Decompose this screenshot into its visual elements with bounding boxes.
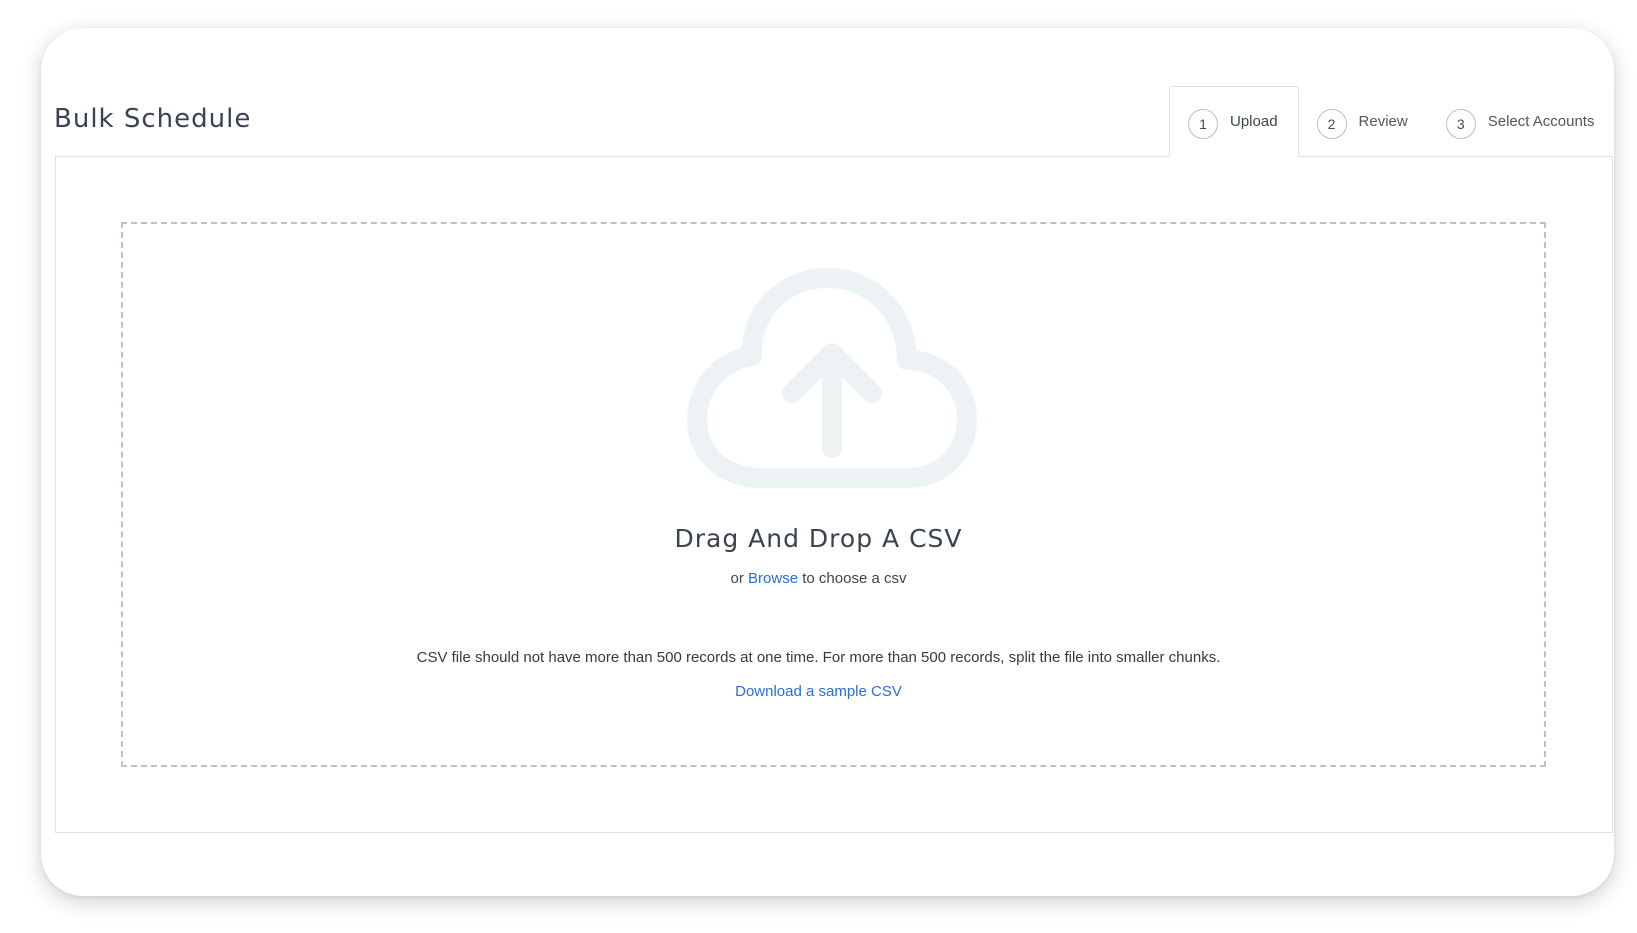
- step-number: 1: [1188, 108, 1218, 139]
- step-review[interactable]: 2 Review: [1299, 86, 1428, 157]
- step-label: Upload: [1230, 113, 1278, 130]
- page-title: Bulk Schedule: [54, 104, 252, 134]
- dropzone-title: Drag And Drop A CSV: [674, 524, 963, 553]
- browse-suffix: to choose a csv: [802, 570, 907, 587]
- step-select-accounts[interactable]: 3 Select Accounts: [1428, 86, 1615, 157]
- step-number: 3: [1445, 108, 1476, 139]
- cloud-upload-icon: [687, 268, 977, 488]
- step-upload[interactable]: 1 Upload: [1169, 86, 1299, 157]
- stepper: 1 Upload 2 Review 3 Select Accounts: [1169, 86, 1614, 157]
- step-label: Review: [1358, 113, 1408, 130]
- download-sample-csv-link[interactable]: Download a sample CSV: [735, 683, 902, 700]
- record-limit-note: CSV file should not have more than 500 r…: [416, 649, 1221, 666]
- step-label: Select Accounts: [1487, 113, 1595, 130]
- step-number: 2: [1316, 108, 1347, 139]
- browse-line: or Browse to choose a csv: [0, 570, 1637, 587]
- sample-csv-line: Download a sample CSV: [0, 683, 1637, 700]
- browse-prefix: or: [730, 570, 744, 587]
- browse-link[interactable]: Browse: [748, 570, 798, 587]
